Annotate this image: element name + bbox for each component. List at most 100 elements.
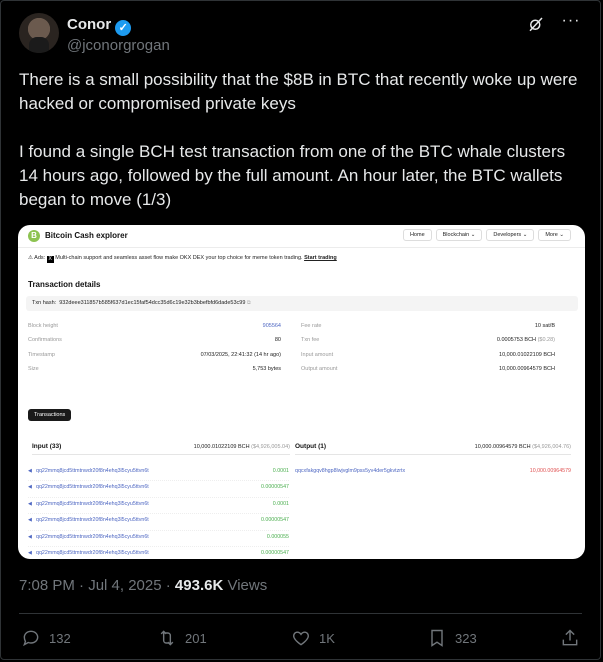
detail-label: Output amount (301, 365, 338, 372)
output-amount-bch: 10,000.00964579 BCH (474, 444, 531, 450)
detail-value: 0.0005753 BCH ($0.28) (497, 337, 555, 343)
nav-developers: Developers ⌄ (486, 229, 535, 241)
input-amount-usd: ($4,926,005.04) (251, 444, 290, 450)
more-icon[interactable]: ··· (560, 13, 582, 33)
ads-text: Multi-chain support and seamless asset f… (55, 255, 303, 261)
arrow-left-icon: ◀ (28, 549, 32, 556)
repost-icon (160, 630, 174, 646)
attached-image[interactable]: B Bitcoin Cash explorer Home Blockchain … (18, 225, 585, 559)
reply-icon (23, 630, 39, 647)
input-address: qq22mmq8jcd5ttmtnwdr20f8n4ehq3l5cyu5ttvn… (36, 468, 149, 474)
detail-row: Size 5,753 bytes (28, 366, 281, 380)
detail-value: 80 (274, 337, 281, 344)
author-handle[interactable]: @jconorgrogan (67, 37, 170, 54)
detail-label: Block height (28, 323, 58, 329)
input-row: ◀ qq22mmq8jcd5ttmtnwdr20f8n4ehq3l5cyu5ttv… (28, 465, 289, 482)
like-count: 1K (319, 630, 335, 646)
tweet-header: Conor ✓ @jconorgrogan ··· (19, 13, 582, 57)
detail-label: Timestamp (28, 351, 55, 358)
input-row: ◀ qq22mmq8jcd5ttmtnwdr20f8n4ehq3l5cyu5ttv… (28, 531, 289, 547)
avatar[interactable] (19, 13, 59, 53)
detail-row: Output amount 10,000.00964579 BCH (301, 366, 555, 380)
input-header-label: Input (33) (32, 443, 62, 450)
output-address: qqcxfakgqv8hgp8lwjvglm9pss5yv4der5gkvtzr… (295, 468, 406, 474)
divider (19, 613, 582, 614)
tweet-text: There is a small possibility that the $8… (19, 68, 585, 212)
detail-row: Fee rate 10 sat/B (301, 323, 555, 337)
tweet-card: Conor ✓ @jconorgrogan ··· There is a smal… (0, 0, 601, 660)
detail-label: Size (28, 365, 39, 372)
tx-hash-box: Txn hash: 932deee311857b585f637d1ec15faf… (26, 296, 578, 311)
detail-label: Confirmations (28, 337, 62, 344)
detail-value: 10,000.01022109 BCH (499, 351, 555, 358)
bookmark-count: 323 (455, 630, 477, 646)
detail-value: 5,753 bytes (252, 365, 281, 372)
input-list: ◀ qq22mmq8jcd5ttmtnwdr20f8n4ehq3l5cyu5ttv… (28, 465, 289, 559)
input-address: qq22mmq8jcd5ttmtnwdr20f8n4ehq3l5cyu5ttvn… (36, 533, 149, 540)
explorer-brand: Bitcoin Cash explorer (45, 231, 128, 240)
copy-icon: ⧉ (246, 300, 251, 306)
section-title: Transaction details (28, 280, 101, 289)
reply-button[interactable]: 132 (21, 626, 71, 650)
input-value: 0.00000547 (261, 517, 289, 524)
repost-button[interactable]: 201 (157, 626, 207, 650)
output-row: qqcxfakgqv8hgp8lwjvglm9pss5yv4der5gkvtzr… (295, 465, 571, 479)
x-logo-icon: X (46, 256, 54, 263)
share-button[interactable] (560, 626, 580, 650)
detail-value: 10,000.00964579 BCH (499, 365, 555, 372)
reply-count: 132 (49, 630, 71, 646)
bookmark-button[interactable]: 323 (427, 626, 477, 650)
views-count: 493.6K (174, 577, 224, 594)
like-button[interactable]: 1K (291, 626, 335, 650)
nav-blockchain: Blockchain ⌄ (435, 229, 483, 241)
detail-value: 10 sat/B (534, 323, 555, 329)
input-row: ◀ qq22mmq8jcd5ttmtnwdr20f8n4ehq3l5cyu5ttv… (28, 498, 289, 515)
input-header: Input (33) 10,000.01022109 BCH ($4,926,00… (32, 440, 290, 455)
input-value: 0.0001 (272, 500, 289, 507)
output-amount: 10,000.00964579 BCH ($4,926,004.76) (475, 440, 571, 454)
author-name-text[interactable]: Conor (67, 16, 111, 33)
detail-row: Block height 905564 (28, 323, 281, 337)
detail-label: Fee rate (301, 323, 322, 329)
arrow-left-icon: ◀ (28, 500, 32, 507)
input-value: 0.000055 (266, 533, 289, 540)
details-left: Block height 905564 Confirmations 80 Times… (28, 323, 281, 380)
bookmark-icon (431, 629, 443, 647)
repost-count: 201 (185, 630, 207, 646)
tweet-paragraph: I found a single BCH test transaction fr… (19, 142, 566, 209)
input-value: 0.0001 (272, 468, 289, 474)
tweet-meta: 7:08 PM · Jul 4, 2025 · 493.6K Views (19, 577, 267, 594)
detail-label: Input amount (301, 351, 334, 358)
transactions-button: Transactions (28, 409, 72, 421)
input-row: ◀ qq22mmq8jcd5ttmtnwdr20f8n4ehq3l5cyu5ttv… (28, 514, 289, 531)
arrow-left-icon: ◀ (28, 484, 32, 491)
arrow-left-icon: ◀ (28, 468, 32, 474)
detail-value: 905564 (262, 323, 281, 329)
like-icon (293, 631, 309, 646)
detail-value-main: 0.0005753 BCH (496, 337, 537, 344)
tweet-timestamp[interactable]: 7:08 PM · Jul 4, 2025 · (19, 577, 175, 594)
detail-label: Txn fee (301, 337, 320, 344)
detail-value-usd: ($0.28) (537, 337, 555, 344)
output-header: Output (1) 10,000.00964579 BCH ($4,926,00… (295, 440, 571, 455)
grok-icon[interactable] (526, 15, 546, 35)
ads-link: Start trading (304, 255, 337, 261)
explorer-navbar: B Bitcoin Cash explorer Home Blockchain … (18, 225, 585, 248)
share-icon (562, 629, 578, 646)
explorer-nav: Home Blockchain ⌄ Developers ⌄ More ⌄ (402, 229, 571, 241)
ads-label: Ads: (34, 255, 46, 261)
output-amount-usd: ($4,926,004.76) (532, 444, 571, 450)
input-address: qq22mmq8jcd5ttmtnwdr20f8n4ehq3l5cyu5ttvn… (36, 517, 149, 524)
nav-home: Home (402, 229, 432, 241)
details-right: Fee rate 10 sat/B Txn fee 0.0005753 BCH ($… (301, 323, 555, 380)
input-amount: 10,000.01022109 BCH ($4,926,005.04) (194, 440, 290, 454)
output-header-label: Output (1) (295, 443, 327, 450)
detail-row: Input amount 10,000.01022109 BCH (301, 352, 555, 366)
input-address: qq22mmq8jcd5ttmtnwdr20f8n4ehq3l5cyu5ttvn… (36, 549, 149, 556)
input-amount-bch: 10,000.01022109 BCH (193, 444, 250, 450)
nav-more: More ⌄ (538, 229, 571, 241)
tx-hash-label: Txn hash: (32, 300, 57, 306)
input-value: 0.00000547 (261, 484, 289, 491)
author-name[interactable]: Conor ✓ (67, 16, 132, 36)
arrow-left-icon: ◀ (28, 517, 32, 524)
